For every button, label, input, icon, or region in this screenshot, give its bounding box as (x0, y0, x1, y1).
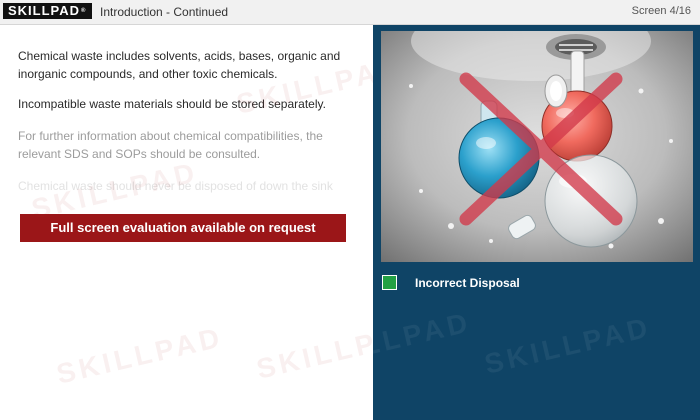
content-pane: Chemical waste includes solvents, acids,… (0, 25, 426, 420)
registered-mark: ® (81, 8, 87, 14)
flasks-in-sink-image (381, 31, 693, 262)
screen-counter: Screen 4/16 (631, 5, 691, 17)
paragraph-store-separately: Incompatible waste materials should be s… (18, 97, 326, 111)
paragraph-compatibility-info: For further information about chemical c… (18, 129, 323, 161)
top-bar: SKILLPAD® Introduction - Continued Scree… (0, 0, 700, 25)
watermark: SKILLPAD (481, 311, 655, 380)
evaluation-banner[interactable]: Full screen evaluation available on requ… (20, 214, 346, 242)
watermark: SKILLPAD (53, 321, 227, 390)
skillpad-logo: SKILLPAD® (3, 3, 93, 19)
disposal-checkbox[interactable] (382, 275, 397, 290)
image-panel: Incorrect Disposal SKILLPAD SKILLPAD (302, 25, 700, 420)
paragraph-chemical-waste: Chemical waste includes solvents, acids,… (18, 49, 341, 81)
paragraph-sink-warning: Chemical waste should never be disposed … (18, 179, 333, 193)
page-title: Introduction - Continued (100, 5, 229, 19)
image-caption: Incorrect Disposal (415, 276, 520, 290)
logo-text: SKILLPAD (8, 3, 81, 18)
